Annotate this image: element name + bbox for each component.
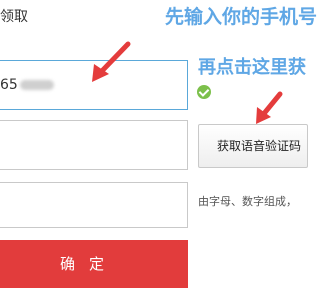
annotation-step2: 再点击这里获 — [198, 57, 306, 78]
annotation-step1: 先输入你的手机号 — [165, 6, 318, 28]
arrow-icon — [92, 41, 131, 82]
arrow-icon — [256, 91, 283, 124]
annotation-arrows — [92, 41, 283, 124]
